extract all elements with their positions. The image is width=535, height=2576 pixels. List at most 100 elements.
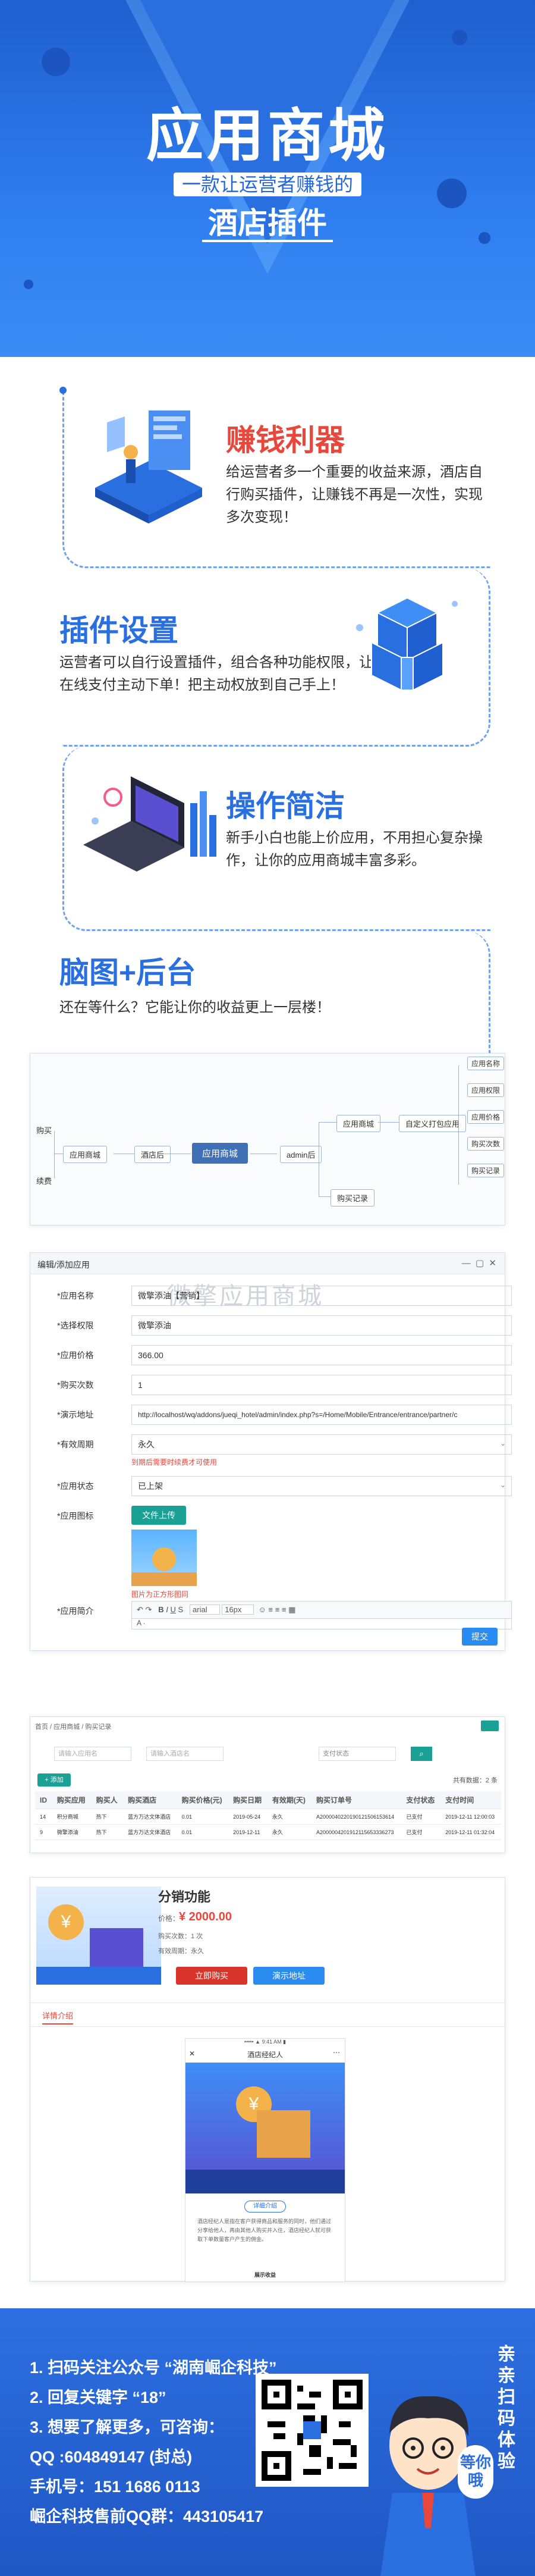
mindmap-node: 购买 [36,1126,52,1135]
mindmap-node: 应用商城 [63,1146,108,1163]
mindmap-leaf: 购买次数 [467,1137,505,1151]
period-hint: 到期后需要时续费才可使用 [131,1458,218,1466]
purchase-record-panel: 首页 / 应用商城 / 购买记录 请输入应用名 请输入酒店名 支付状态 ⌕ + … [30,1716,505,1853]
label-price: *应用价格 [57,1350,94,1360]
app-name-filter[interactable]: 请输入应用名 [54,1747,131,1761]
contact-line: 3. 想要了解更多，可咨询： [30,2418,225,2436]
submit-button[interactable]: 提交 [462,1628,498,1646]
path-dot [59,387,67,394]
col-header: 支付状态 [401,1791,441,1809]
feature-title-2: 插件设置 [59,614,178,647]
table-row[interactable]: 14 积分商城 热下 蓝方万达文体酒店 0.01 2019-05-24 永久 A2000040… [35,1809,501,1825]
label-status: *应用状态 [57,1481,94,1491]
hero-banner: 应用商城 一款让运营者赚钱的 酒店插件 [0,0,535,357]
col-header: 购买应用 [52,1791,92,1809]
refresh-button[interactable] [481,1721,499,1731]
col-header: 购买订单号 [311,1791,402,1809]
phone-footer: 展示收益 [254,2272,276,2278]
label-permission: *选择权限 [57,1321,94,1330]
contact-line: QQ :604849147 (封总) [30,2448,193,2466]
contact-line: 手机号：151 1686 0113 [30,2478,200,2496]
total-count: 共有数据：2 条 [452,1777,498,1784]
mindmap-node: 自定义打包应用 [399,1115,467,1132]
dialog-title: 编辑/添加应用 [37,1260,90,1270]
cube-stack-icon [356,597,458,691]
phone-hero-image: ¥ [185,2063,345,2193]
mindmap-panel: 购买 续费 应用商城 酒店后 应用商城 admin后 应用商城 购买记录 自定义… [30,1053,505,1226]
feature-text-3: 新手小白也能上价应用，不用担心复杂操作，让你的应用商城丰富多彩。 [226,830,483,869]
product-image: ¥ [36,1886,161,1985]
col-header: 支付时间 [440,1791,501,1809]
font-family-select[interactable]: arial [190,1604,220,1615]
col-header: 购买人 [91,1791,124,1809]
demo-url-button[interactable]: 演示地址 [253,1967,325,1985]
speech-bubble: 等你哦 [458,2445,493,2499]
col-header: 有效期(天) [267,1791,311,1809]
breadcrumb: 首页 / 应用商城 / 购买记录 [35,1723,112,1731]
edit-app-dialog: 编辑/添加应用 — ▢ ✕ 微擎应用商城 *应用名称 微擎添油【营销】 *选择权… [30,1252,512,1651]
label-count: *购买次数 [57,1380,94,1390]
label-intro: *应用简介 [57,1606,94,1616]
label-demo-url: *演示地址 [57,1410,94,1419]
isometric-computer-icon [95,410,202,524]
mindmap-node: 应用商城 [336,1115,381,1132]
more-icon[interactable]: ⋯ [333,2048,340,2057]
col-header: 购买价格(元) [177,1791,229,1809]
mindmap-center-node: 应用商城 [192,1143,248,1164]
purchase-count: 购买次数：1 次 [158,1933,203,1940]
feature-title-1: 赚钱利器 [226,424,345,457]
decor-dot [452,30,467,45]
pay-status-filter[interactable]: 支付状态 [319,1747,396,1761]
buy-now-button[interactable]: 立即购买 [176,1967,247,1985]
mindmap-node: 购买记录 [331,1189,375,1206]
mindmap-node: admin后 [280,1146,322,1163]
scan-prompt-vertical: 亲亲扫码体验 [498,2345,515,2471]
add-button[interactable]: + 添加 [37,1773,71,1787]
mindmap-leaf: 应用权限 [467,1083,505,1097]
permission-input[interactable]: 微擎添油 [131,1315,512,1336]
product-detail-panel: ¥ 分销功能 价格： ¥ 2000.00 购买次数：1 次 有效周期：永久 立即… [30,1877,505,2282]
product-price: ¥ 2000.00 [179,1910,232,1923]
chevron-down-icon: ⌄ [500,1439,506,1447]
window-controls-icon[interactable]: — ▢ ✕ [462,1258,496,1268]
tab-details[interactable]: 详情介绍 [42,2010,74,2025]
icon-hint: 图片为正方形图同 [131,1590,189,1599]
phone-description: 酒店经纪人是指在客户获得商品和服务的同时，他们通过分享给他人，再由其他人购买并入… [197,2218,332,2242]
phone-title: 酒店经纪人 [247,2051,283,2059]
file-upload-button[interactable]: 文件上传 [131,1506,186,1525]
mindmap-node: 酒店后 [134,1146,171,1163]
label-period: *有效周期 [57,1440,94,1449]
hero-tagline: 酒店插件 [202,206,333,242]
demo-url-input[interactable]: http://localhost/wq/addons/jueqi_hotel/a… [131,1405,512,1425]
font-size-select[interactable]: 16px [222,1604,254,1615]
col-header: 购买酒店 [123,1791,177,1809]
table-row[interactable]: 9 微擎添油 热下 蓝方万达文体酒店 0.01 2019-12-11 永久 A20000042… [35,1824,501,1840]
chevron-down-icon: ⌄ [500,1481,506,1489]
price-input[interactable]: 366.00 [131,1345,512,1365]
qr-code[interactable] [256,2374,369,2487]
feature-title-4: 脑图+后台 [59,956,196,989]
phone-preview: ••••• ▲ 9:41 AM ▮ ✕ 酒店经纪人 ⋯ ¥ 详细介绍 酒店经纪人… [185,2038,345,2282]
laptop-chart-icon [83,776,216,872]
contact-line: 1. 扫码关注公众号 “湖南崛企科技” [30,2359,277,2377]
hero-title: 应用商城 [146,104,389,168]
app-name-input[interactable]: 微擎添油【营销】 [131,1286,512,1306]
search-icon[interactable]: ⌕ [411,1747,432,1761]
count-input[interactable]: 1 [131,1375,512,1395]
feature-text-4: 还在等什么？它能让你的收益更上一层楼！ [59,999,331,1016]
decor-dot [24,280,33,289]
mindmap-leaf: 购买记录 [467,1164,505,1177]
status-select[interactable]: 已上架 [131,1476,512,1496]
contact-footer: 1. 扫码关注公众号 “湖南崛企科技” 2. 回复关键字 “18” 3. 想要了… [0,2308,535,2576]
label-icon: *应用图标 [57,1511,94,1521]
product-name: 分销功能 [158,1889,211,1904]
period-select[interactable]: 永久 [131,1434,512,1455]
decor-dot [42,48,70,76]
label-app-name: *应用名称 [57,1291,94,1300]
rich-text-toolbar[interactable]: ↶ ↷ B I U S arial 16px ☺ ≡ ≡ ≡ ▦ [131,1601,512,1619]
hotel-name-filter[interactable]: 请输入酒店名 [146,1747,224,1761]
app-icon-preview [131,1530,197,1586]
col-header: 购买日期 [228,1791,268,1809]
feature-text-1: 给运营者多一个重要的收益来源，酒店自行购买插件，让赚钱不再是一次性，实现多次变现… [226,464,483,525]
feature-title-3: 操作简洁 [226,789,345,823]
